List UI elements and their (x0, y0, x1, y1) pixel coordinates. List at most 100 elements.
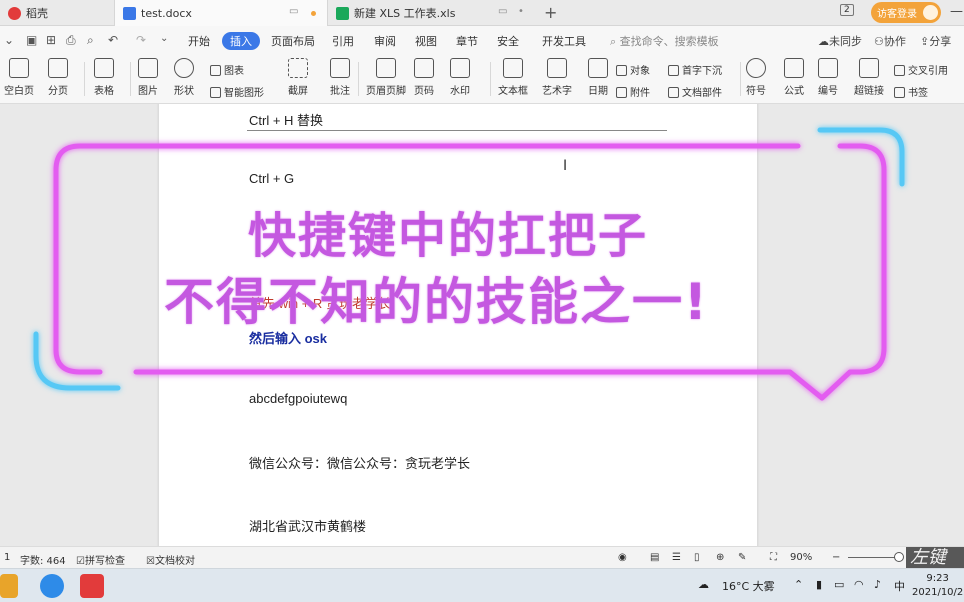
tab-test-docx[interactable]: test.docx ▭ (114, 0, 328, 26)
screenshot-button[interactable]: 截屏 (288, 58, 308, 97)
daoke-icon (8, 6, 21, 20)
chart-button[interactable]: 图表 (210, 62, 244, 77)
shape-button[interactable]: 形状 (174, 58, 194, 97)
menu-page-layout[interactable]: 页面布局 (271, 33, 315, 49)
wps-window: 稻壳 test.docx ▭ 新建 XLS 工作表.xls ▭ • + 2 访客… (0, 0, 964, 602)
date-button[interactable]: 日期 (588, 58, 608, 97)
tray-expand-icon[interactable]: ⌃ (794, 578, 803, 591)
zoom-out-icon[interactable]: − (832, 552, 840, 563)
symbol-button[interactable]: 符号 (746, 58, 766, 97)
print-icon[interactable]: ⎙ (66, 33, 76, 48)
zoom-slider-handle[interactable] (894, 552, 904, 562)
doc-line[interactable]: 微信公众号：微信公众号：贪玩老学长 (249, 453, 470, 472)
write-mode-icon[interactable]: ✎ (738, 552, 746, 563)
watermark-button[interactable]: 水印 (450, 58, 470, 97)
volume-icon[interactable]: ♪ (874, 578, 881, 591)
button-label: 图片 (138, 86, 158, 97)
browser-icon[interactable] (40, 574, 64, 598)
doc-line[interactable]: 湖北省武汉市黄鹤楼 (249, 516, 366, 535)
wordart-icon (547, 58, 567, 78)
battery-icon[interactable]: ▭ (834, 578, 844, 591)
word-count[interactable]: 字数: 464 (20, 552, 66, 567)
menu-references[interactable]: 引用 (332, 33, 354, 49)
blank-page-button[interactable]: 空白页 (4, 58, 34, 97)
weather[interactable]: 16°C 大雾 (722, 578, 775, 594)
command-search[interactable]: ⌕ 查找命令、搜索模板 (610, 33, 719, 49)
doc-line[interactable]: Ctrl + G (249, 171, 294, 186)
menu-developer[interactable]: 开发工具 (542, 33, 586, 49)
bookmark-icon (894, 87, 905, 98)
clock[interactable]: 9:23 2021/10/2 (912, 572, 963, 600)
eye-protect-icon[interactable]: ◉ (618, 552, 627, 563)
redo-icon[interactable]: ↷ (136, 33, 146, 47)
cross-reference-button[interactable]: 交叉引用 (894, 62, 948, 77)
smart-graphic-button[interactable]: 智能图形 (210, 84, 264, 99)
table-button[interactable]: 表格 (94, 58, 114, 97)
collaborate-button[interactable]: ⚇协作 (874, 33, 906, 49)
wordart-button[interactable]: 艺术字 (542, 58, 572, 97)
tab-label: test.docx (141, 6, 192, 20)
minimize-icon[interactable]: — (950, 4, 963, 19)
button-label: 空白页 (4, 86, 34, 97)
doc-proof-button[interactable]: ☒文档校对 (146, 552, 195, 567)
ime-indicator[interactable]: 中 (894, 578, 905, 594)
button-label: 公式 (784, 86, 804, 97)
guest-login-button[interactable]: 访客登录 (871, 2, 941, 23)
menu-chapter[interactable]: 章节 (456, 33, 478, 49)
button-label: 文档部件 (682, 88, 722, 99)
page-number-button[interactable]: 页码 (414, 58, 434, 97)
tab-count-badge[interactable]: 2 (840, 4, 854, 16)
tab-daoke[interactable]: 稻壳 (0, 0, 114, 26)
doc-parts-button[interactable]: 文档部件 (668, 84, 722, 99)
textbox-button[interactable]: 文本框 (498, 58, 528, 97)
doc-line[interactable]: abcdefgpoiutewq (249, 391, 347, 406)
page-break-button[interactable]: 分页 (48, 58, 68, 97)
sync-status[interactable]: ☁未同步 (818, 33, 862, 49)
undo-icon[interactable]: ↶ (108, 33, 118, 47)
wifi-icon[interactable]: ◠ (854, 578, 864, 591)
page-view-icon[interactable]: ▤ (650, 552, 659, 563)
formula-button[interactable]: 公式 (784, 58, 804, 97)
preview-icon[interactable]: ⌕ (87, 33, 94, 48)
attachment-button[interactable]: 附件 (616, 84, 650, 99)
button-label: 首字下沉 (682, 66, 722, 77)
header-footer-button[interactable]: 页眉页脚 (366, 58, 406, 97)
usb-icon[interactable]: ▮ (816, 578, 822, 591)
web-view-icon[interactable]: ⊕ (716, 552, 724, 563)
window-icon[interactable]: ▭ (289, 6, 298, 17)
folder-icon[interactable] (0, 574, 18, 598)
comment-icon (330, 58, 350, 78)
menu-security[interactable]: 安全 (497, 33, 519, 49)
chart-icon (210, 65, 221, 76)
menu-toggle-icon[interactable]: ⌄ (4, 33, 14, 47)
hyperlink-button[interactable]: 超链接 (854, 58, 884, 97)
menu-review[interactable]: 审阅 (374, 33, 396, 49)
share-button[interactable]: ⇪分享 (920, 33, 951, 49)
bookmark-button[interactable]: 书签 (894, 84, 928, 99)
screenshot-icon (288, 58, 308, 78)
doc-line[interactable]: Ctrl + H 替换 (249, 110, 323, 129)
wps-icon[interactable] (80, 574, 104, 598)
reading-view-icon[interactable]: ▯ (694, 552, 700, 563)
object-button[interactable]: 对象 (616, 62, 650, 77)
cloud-icon: ☁ (818, 35, 829, 48)
outline-view-icon[interactable]: ☰ (672, 552, 681, 563)
menu-insert[interactable]: 插入 (222, 32, 260, 50)
save-icon[interactable]: ▣ (26, 33, 37, 47)
comment-button[interactable]: 批注 (330, 58, 350, 97)
menu-home[interactable]: 开始 (188, 33, 210, 49)
drop-cap-button[interactable]: 首字下沉 (668, 62, 722, 77)
new-tab-button[interactable]: + (544, 3, 557, 22)
menu-view[interactable]: 视图 (415, 33, 437, 49)
numbering-button[interactable]: 编号 (818, 58, 838, 97)
picture-button[interactable]: 图片 (138, 58, 158, 97)
zoom-level[interactable]: 90% (790, 552, 812, 563)
spell-check-button[interactable]: ☑拼写检查 (76, 552, 125, 567)
customize-icon[interactable]: ⌄ (160, 33, 168, 44)
page-indicator[interactable]: 1 (4, 552, 10, 563)
fit-icon[interactable]: ⛶ (770, 552, 777, 563)
button-label: 智能图形 (224, 88, 264, 99)
tab-xls[interactable]: 新建 XLS 工作表.xls ▭ • (328, 0, 538, 26)
export-icon[interactable]: ⊞ (46, 33, 56, 47)
window-icon[interactable]: ▭ (498, 6, 507, 17)
